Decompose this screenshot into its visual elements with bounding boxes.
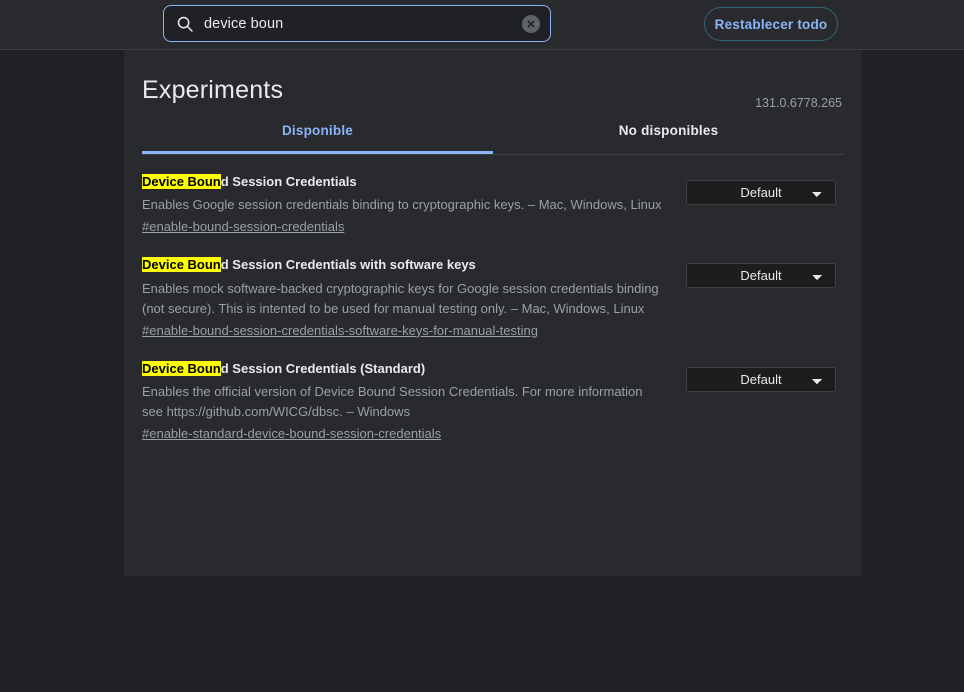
experiment-description: Enables the official version of Device B… — [142, 384, 643, 420]
tab-bar: Disponible No disponibles — [142, 120, 844, 155]
experiment-control: DefaultEnabledDisabled — [686, 366, 836, 392]
experiment-text: Device Bound Session Credentials (Standa… — [142, 360, 662, 444]
page-title: Experiments — [142, 76, 284, 104]
search-match-highlight: Device Boun — [142, 174, 221, 189]
experiments-list: Device Bound Session Credentials Enables… — [142, 155, 844, 450]
experiment-description: Enables mock software-backed cryptograph… — [142, 280, 659, 316]
top-toolbar: Restablecer todo — [0, 0, 964, 50]
tab-available[interactable]: Disponible — [142, 120, 493, 154]
version-label: 131.0.6778.265 — [755, 96, 842, 110]
flag-state-select[interactable]: DefaultEnabledDisabled — [686, 263, 836, 289]
flag-state-select[interactable]: DefaultEnabledDisabled — [686, 366, 836, 392]
search-icon — [176, 15, 194, 33]
page-header: Experiments 131.0.6778.265 — [142, 68, 844, 120]
flag-state-select[interactable]: DefaultEnabledDisabled — [686, 180, 836, 205]
experiment-row: Device Bound Session Credentials (Standa… — [142, 347, 844, 451]
experiment-title-rest: d Session Credentials — [220, 174, 357, 189]
reset-all-button[interactable]: Restablecer todo — [704, 7, 838, 41]
experiment-permalink[interactable]: #enable-standard-device-bound-session-cr… — [142, 426, 441, 441]
clear-search-icon[interactable] — [522, 14, 540, 33]
experiment-text: Device Bound Session Credentials with so… — [142, 257, 662, 340]
experiment-title-rest: d Session Credentials with software keys — [220, 257, 476, 273]
experiments-card: Experiments 131.0.6778.265 Disponible No… — [124, 50, 862, 576]
experiment-description: Enables Google session credentials bindi… — [142, 197, 662, 213]
experiment-title: Device Bound Session Credentials — [142, 174, 662, 190]
experiment-permalink[interactable]: #enable-bound-session-credentials-softwa… — [142, 323, 538, 338]
search-field-container[interactable] — [163, 5, 551, 42]
experiment-title: Device Bound Session Credentials with so… — [142, 257, 662, 273]
experiment-title-rest: d Session Credentials (Standard) — [220, 360, 426, 376]
tab-unavailable[interactable]: No disponibles — [493, 120, 844, 154]
experiment-row: Device Bound Session Credentials Enables… — [142, 160, 844, 243]
experiment-control: DefaultEnabledDisabled — [686, 180, 836, 205]
experiment-title: Device Bound Session Credentials (Standa… — [142, 360, 662, 377]
search-match-highlight: Device Boun — [142, 257, 221, 273]
experiment-control: DefaultEnabledDisabled — [686, 263, 836, 289]
experiment-row: Device Bound Session Credentials with so… — [142, 243, 844, 347]
search-match-highlight: Device Boun — [142, 360, 221, 376]
experiment-permalink[interactable]: #enable-bound-session-credentials — [142, 219, 344, 234]
experiment-text: Device Bound Session Credentials Enables… — [142, 174, 662, 236]
search-input[interactable] — [204, 15, 522, 32]
